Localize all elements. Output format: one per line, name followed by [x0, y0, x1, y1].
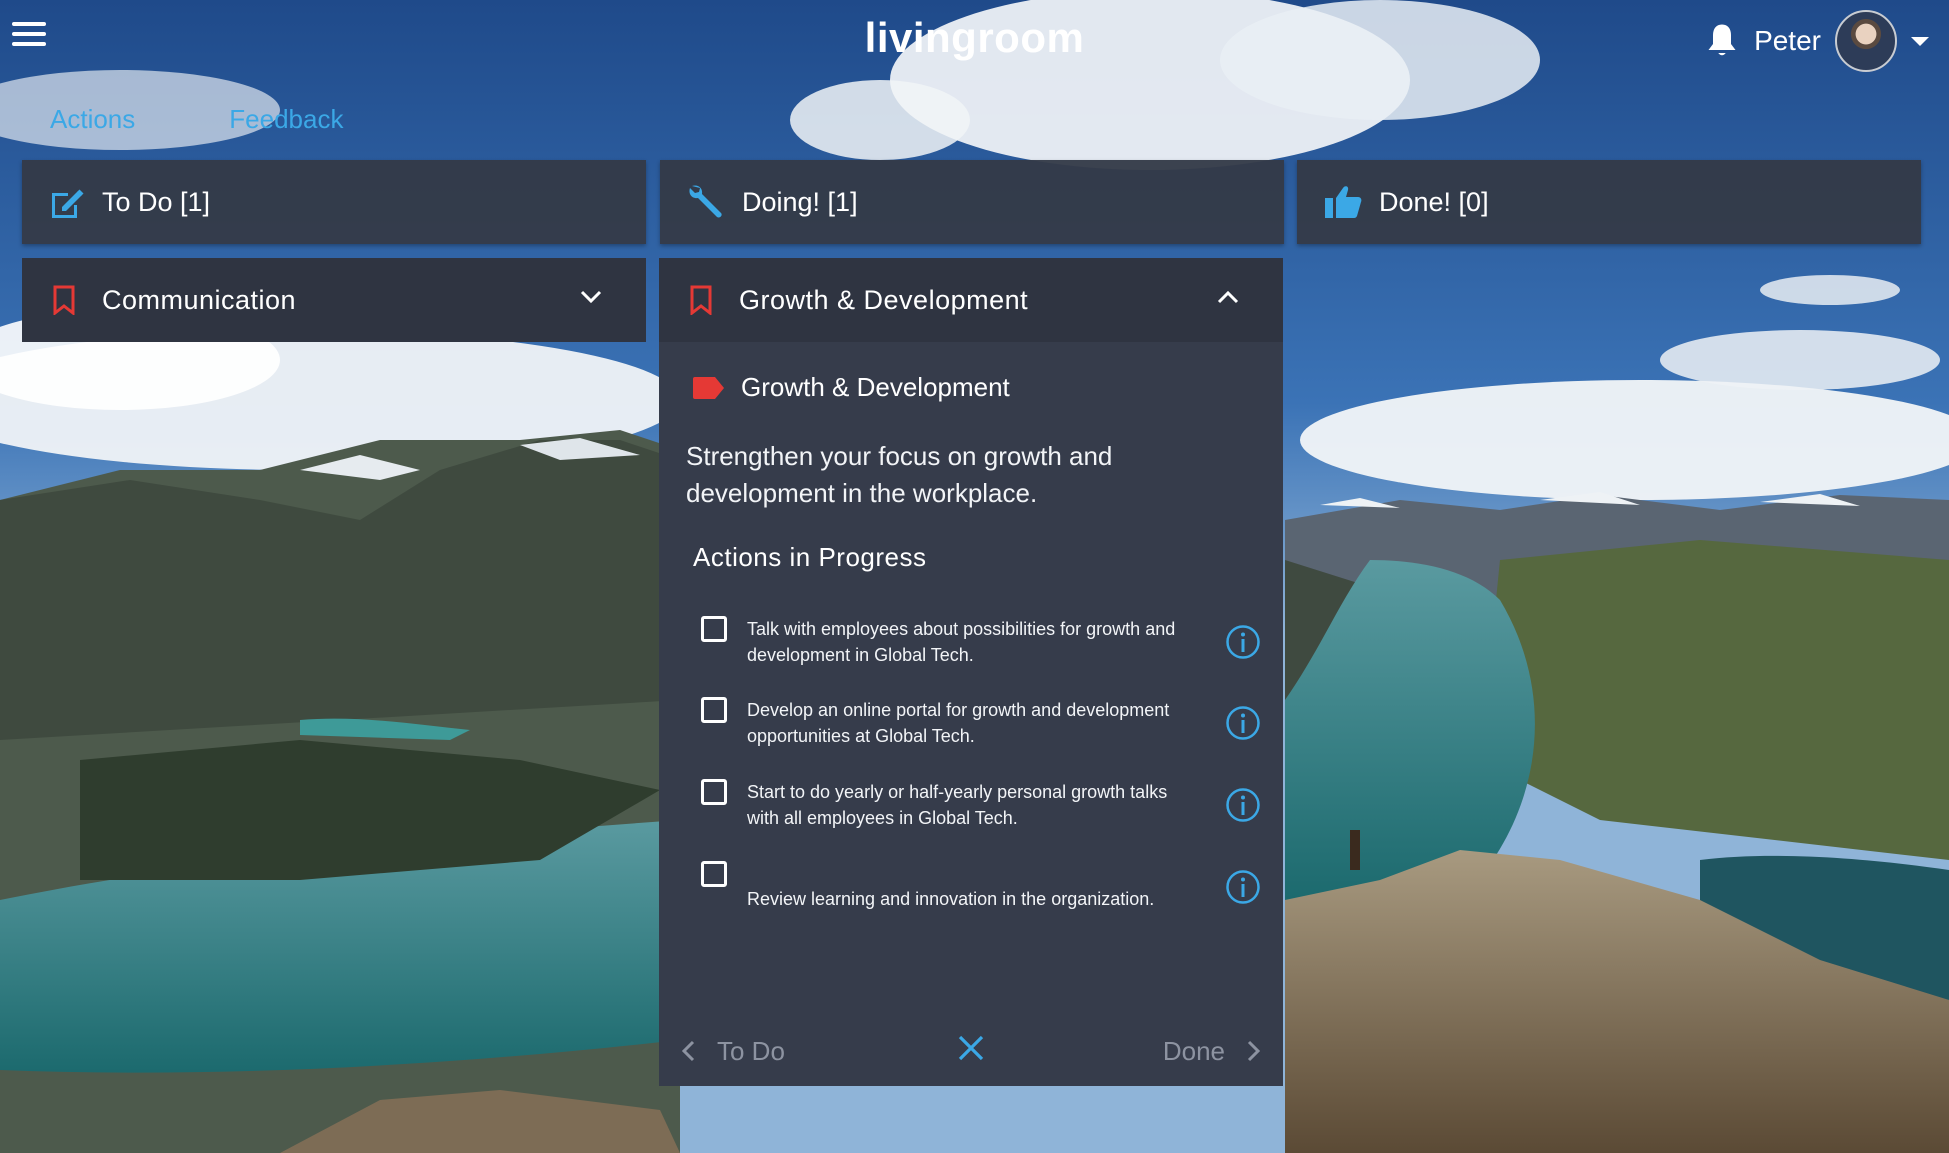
column-done[interactable]: Done! [0] [1297, 160, 1921, 244]
category-growth-development[interactable]: Growth & Development [659, 258, 1283, 342]
info-icon[interactable] [1225, 624, 1261, 660]
user-name: Peter [1754, 25, 1821, 56]
tab-bar: Actions Feedback [50, 104, 343, 135]
move-to-todo-button[interactable]: To Do [681, 1036, 785, 1067]
category-growth-development-label: Growth & Development [739, 284, 1029, 315]
next-label: Done [1162, 1035, 1225, 1066]
chevron-down-icon[interactable] [580, 290, 602, 304]
info-icon[interactable] [1225, 705, 1261, 741]
prev-label: To Do [717, 1035, 785, 1066]
action-text: Start to do yearly or half-yearly person… [747, 782, 1168, 828]
notification-bell-icon[interactable] [1704, 21, 1740, 61]
avatar[interactable] [1835, 10, 1897, 72]
action-checkbox[interactable] [701, 779, 727, 805]
chevron-left-icon [681, 1040, 695, 1062]
action-item: Talk with employees about possibilities … [701, 612, 1261, 672]
action-item: Develop an online portal for growth and … [701, 693, 1261, 753]
bookmark-icon [690, 285, 712, 315]
action-checkbox[interactable] [701, 861, 727, 887]
wrench-icon [689, 185, 722, 218]
action-item: Review learning and innovation in the or… [701, 857, 1261, 917]
close-icon [958, 1035, 984, 1060]
action-text: Talk with employees about possibilities … [747, 619, 1176, 665]
chevron-up-icon[interactable] [1217, 290, 1239, 304]
action-text: Review learning and innovation in the or… [747, 889, 1155, 909]
info-icon[interactable] [1225, 869, 1261, 905]
column-todo[interactable]: To Do [1] [22, 160, 646, 244]
section-title: Actions in Progress [693, 542, 927, 572]
action-item: Start to do yearly or half-yearly person… [701, 775, 1261, 835]
tab-actions[interactable]: Actions [50, 104, 135, 135]
category-description: Strengthen your focus on growth and deve… [686, 441, 1113, 508]
action-text: Develop an online portal for growth and … [747, 700, 1170, 746]
category-tag-label: Growth & Development [741, 372, 1010, 402]
app-window: livingroom Peter Actions Feedback To Do … [0, 0, 1949, 1153]
chevron-right-icon [1247, 1040, 1261, 1062]
category-communication[interactable]: Communication [22, 258, 646, 342]
tab-feedback[interactable]: Feedback [229, 104, 343, 135]
thumbs-up-icon [1325, 186, 1362, 218]
bookmark-icon [53, 285, 75, 315]
info-icon[interactable] [1225, 787, 1261, 823]
user-menu[interactable]: Peter [1704, 10, 1929, 72]
category-communication-label: Communication [102, 284, 297, 315]
action-checkbox[interactable] [701, 616, 727, 642]
column-done-label: Done! [0] [1379, 186, 1489, 217]
action-checkbox[interactable] [701, 697, 727, 723]
chevron-down-icon[interactable] [1911, 36, 1929, 46]
move-to-done-button[interactable]: Done [1163, 1036, 1261, 1067]
panel-navigation: To Do Done [659, 1016, 1283, 1086]
category-tag: Growth & Development [691, 372, 1010, 403]
column-doing-label: Doing! [1] [742, 186, 858, 217]
column-todo-label: To Do [1] [102, 186, 211, 217]
app-logo: livingroom [864, 14, 1085, 61]
tag-icon [693, 376, 724, 399]
close-button[interactable] [957, 1034, 985, 1069]
category-detail-panel: Growth & Development Strengthen your foc… [659, 342, 1283, 1086]
column-doing[interactable]: Doing! [1] [660, 160, 1284, 244]
edit-icon [52, 189, 84, 218]
